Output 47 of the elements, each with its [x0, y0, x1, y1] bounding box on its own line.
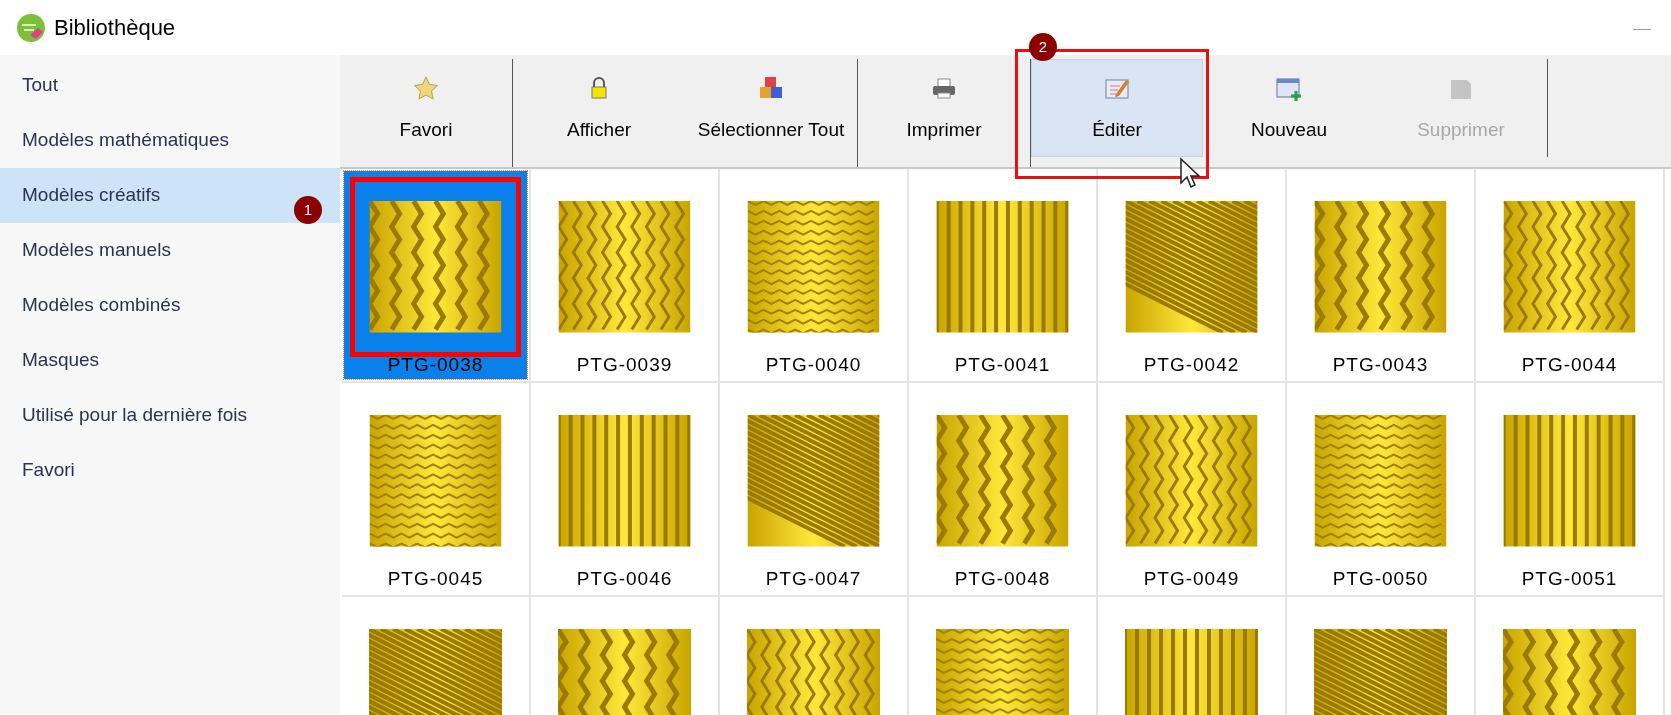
- toolbar-button[interactable]: Afficher: [513, 59, 685, 157]
- pattern-tile[interactable]: PTG-0046: [533, 385, 716, 593]
- pattern-name: PTG-0049: [1143, 566, 1240, 591]
- sidebar-item[interactable]: Modèles créatifs 1: [0, 168, 340, 223]
- callout-badge: 2: [1029, 33, 1057, 61]
- pattern-tile[interactable]: PTG-0041: [911, 171, 1094, 379]
- toolbar-button[interactable]: Favori: [340, 59, 512, 157]
- toolbar-button[interactable]: Éditer: [1031, 59, 1203, 157]
- pattern-tile[interactable]: PTG-0043: [1289, 171, 1472, 379]
- pattern-tile[interactable]: PTG-0048: [911, 385, 1094, 593]
- sidebar-item[interactable]: Modèles mathématiques: [0, 113, 340, 168]
- pattern-tile[interactable]: PTG-0044: [1478, 171, 1661, 379]
- pattern-name: PTG-0045: [387, 566, 484, 591]
- mouse-cursor-icon: [1179, 157, 1201, 189]
- pattern-name: PTG-0050: [1332, 566, 1429, 591]
- pattern-tile[interactable]: PTG-0042: [1100, 171, 1283, 379]
- pattern-name: PTG-0039: [576, 352, 673, 377]
- pattern-tile[interactable]: PTG-0047: [722, 385, 905, 593]
- pattern-tile[interactable]: PTG-0039: [533, 171, 716, 379]
- window-title: Bibliothèque: [54, 14, 176, 42]
- pattern-name: PTG-0042: [1143, 352, 1240, 377]
- toolbar-button[interactable]: Sélectionner Tout: [685, 59, 857, 157]
- pattern-tile[interactable]: PTG-0040: [722, 171, 905, 379]
- pattern-tile[interactable]: PTG-0038: [344, 171, 527, 379]
- sidebar-item[interactable]: Modèles manuels: [0, 223, 340, 278]
- pattern-tile[interactable]: PTG-0045: [344, 385, 527, 593]
- sidebar-item[interactable]: Masques: [0, 333, 340, 388]
- toolbar-button[interactable]: Imprimer: [858, 59, 1030, 157]
- sidebar-item[interactable]: Tout: [0, 58, 340, 113]
- app-logo-icon: [16, 12, 46, 43]
- pattern-tile[interactable]: PTG-0049: [1100, 385, 1283, 593]
- pattern-name: PTG-0044: [1521, 352, 1618, 377]
- pattern-name: PTG-0040: [765, 352, 862, 377]
- pattern-name: PTG-0041: [954, 352, 1051, 377]
- pattern-name: PTG-0047: [765, 566, 862, 591]
- pattern-name: PTG-0043: [1332, 352, 1429, 377]
- sidebar-item[interactable]: Modèles combinés: [0, 278, 340, 333]
- pattern-name: PTG-0038: [387, 352, 484, 377]
- pattern-name: PTG-0046: [576, 566, 673, 591]
- sidebar-item[interactable]: Utilisé pour la dernière fois: [0, 388, 340, 443]
- pattern-name: PTG-0048: [954, 566, 1051, 591]
- sidebar-item[interactable]: Favori: [0, 443, 340, 498]
- pattern-name: PTG-0051: [1521, 566, 1618, 591]
- pattern-tile[interactable]: PTG-0050: [1289, 385, 1472, 593]
- toolbar-button[interactable]: Nouveau: [1203, 59, 1375, 157]
- callout-badge: 1: [294, 196, 322, 224]
- pattern-tile[interactable]: PTG-0051: [1478, 385, 1661, 593]
